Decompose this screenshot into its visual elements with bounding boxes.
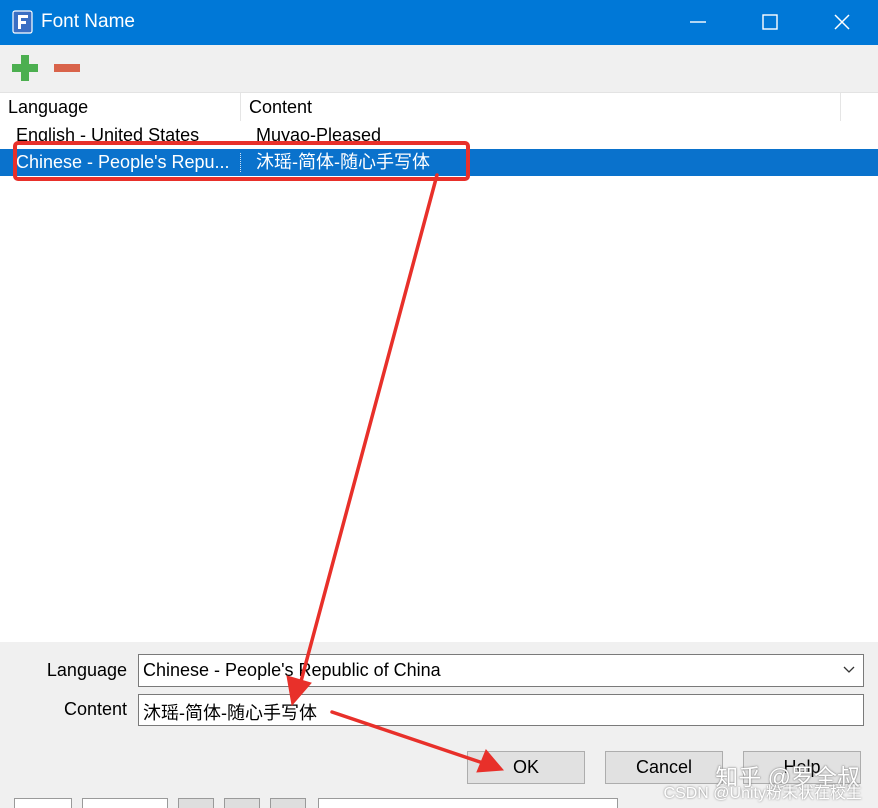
text-field (318, 798, 618, 808)
toolbar-button (178, 798, 214, 808)
annotation-highlight-box (13, 141, 470, 181)
watermark-csdn: CSDN @Unity粉末状在校生 (663, 785, 862, 802)
language-dropdown[interactable]: Chinese - People's Republic of China (138, 654, 864, 687)
ok-button[interactable]: OK (467, 751, 585, 784)
minus-icon (54, 64, 80, 72)
remove-language-button[interactable] (52, 55, 82, 81)
maximize-icon (762, 14, 778, 30)
language-label: Language (46, 660, 127, 680)
spin-box (82, 798, 168, 808)
toolbar-button (224, 798, 260, 808)
content-label: Content (63, 699, 127, 719)
window-title: Font Name (41, 11, 135, 32)
maximize-button[interactable] (734, 0, 806, 45)
minimize-button[interactable] (662, 0, 734, 45)
language-dropdown-value: Chinese - People's Republic of China (143, 660, 441, 680)
minimize-icon (690, 21, 706, 23)
content-input[interactable]: 沐瑶-简体-随心手写体 (138, 694, 864, 726)
plus-icon (12, 55, 38, 81)
column-header-language[interactable]: Language (0, 93, 241, 121)
toolbar (0, 45, 878, 92)
spin-box (14, 798, 72, 808)
font-app-icon (12, 10, 33, 34)
toolbar-button (270, 798, 306, 808)
close-button[interactable] (806, 0, 878, 45)
column-header-content[interactable]: Content (241, 93, 841, 121)
list-header: Language Content (0, 93, 878, 121)
content-input-value: 沐瑶-简体-随心手写体 (143, 703, 317, 723)
close-icon (834, 14, 850, 30)
chevron-down-icon (843, 666, 855, 673)
title-bar: Font Name (0, 0, 878, 45)
add-language-button[interactable] (10, 55, 40, 81)
